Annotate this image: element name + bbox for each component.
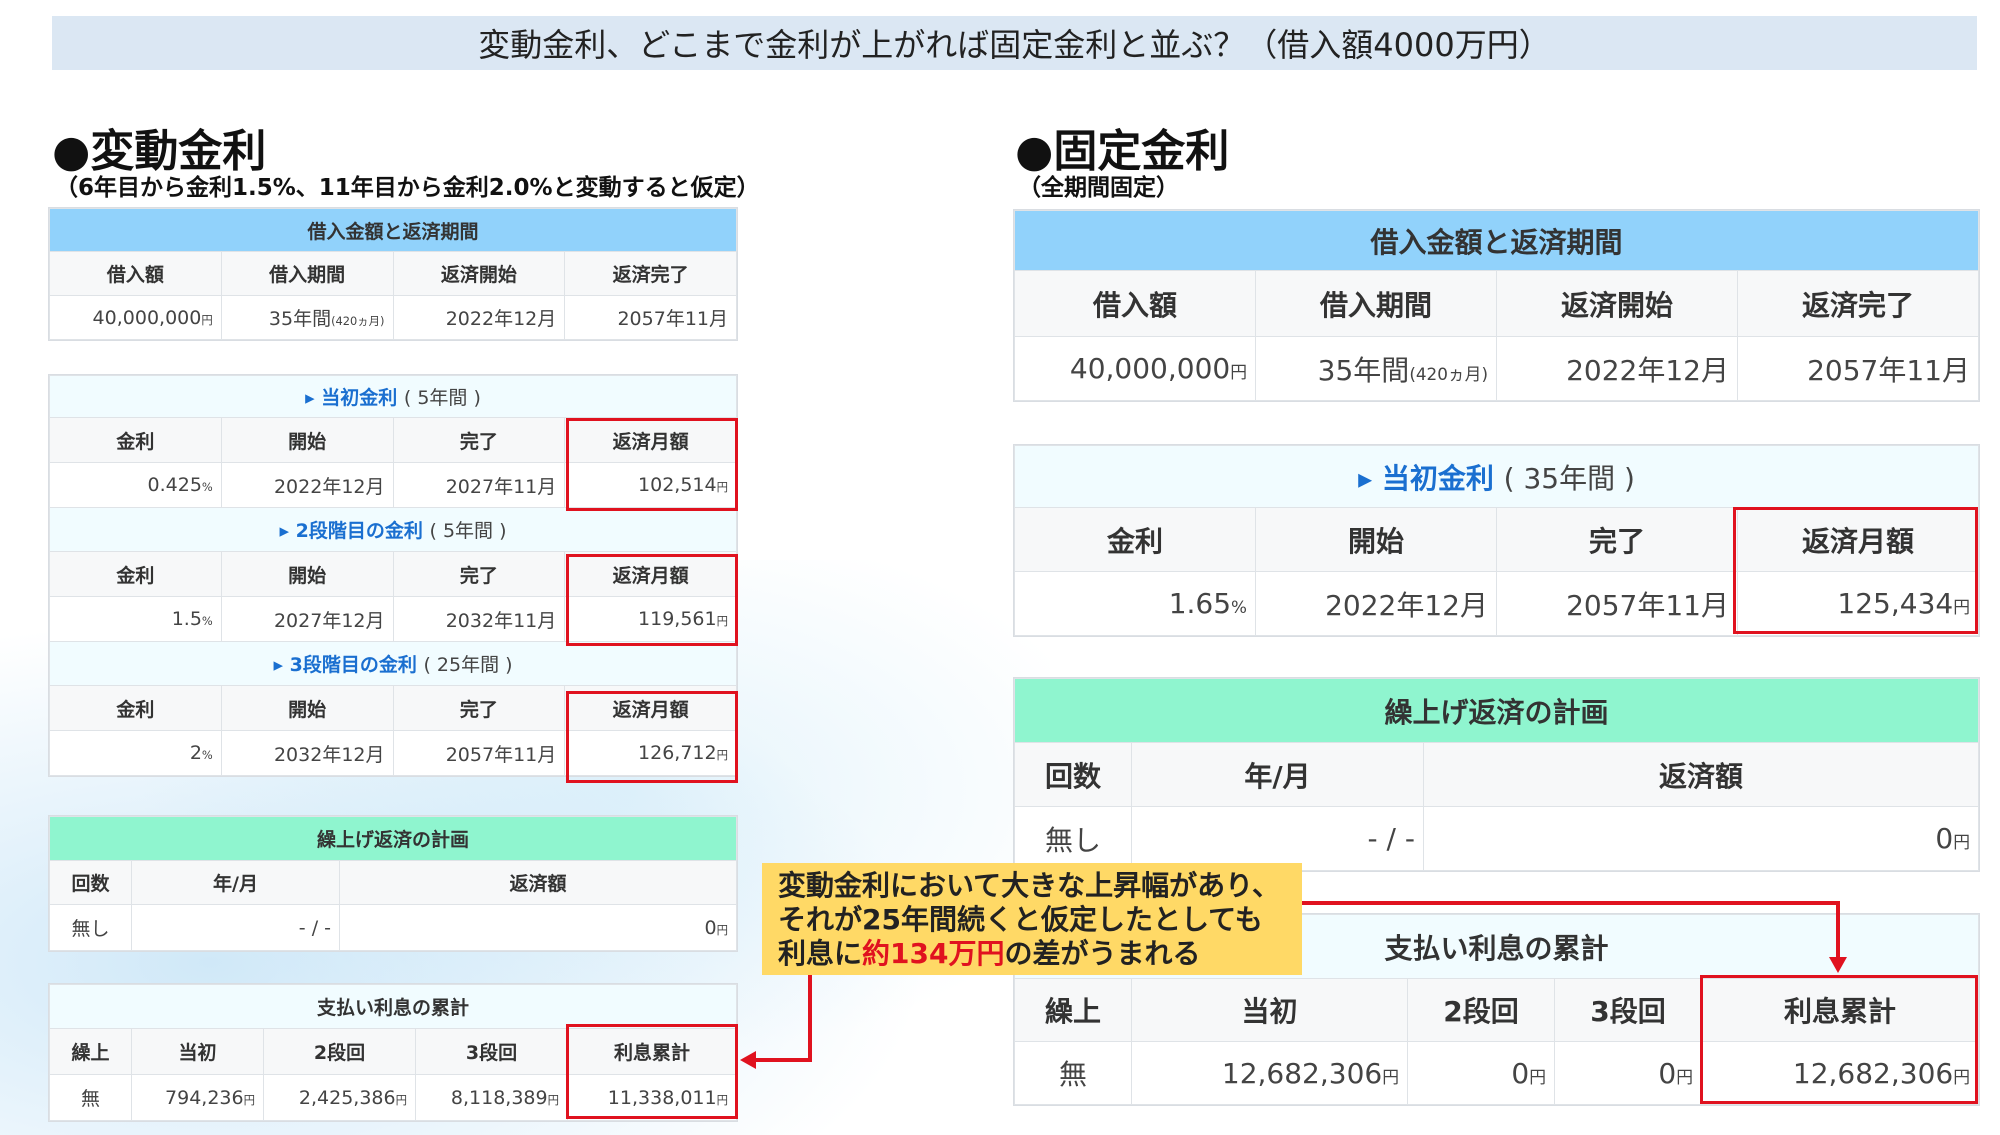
arrow-to-variable-total — [752, 975, 812, 1062]
arrow-to-fixed-total — [1302, 901, 1840, 960]
callout-arrows — [740, 901, 1847, 1069]
arrow-head-down — [1829, 957, 1847, 973]
arrow-head-left — [740, 1051, 756, 1069]
